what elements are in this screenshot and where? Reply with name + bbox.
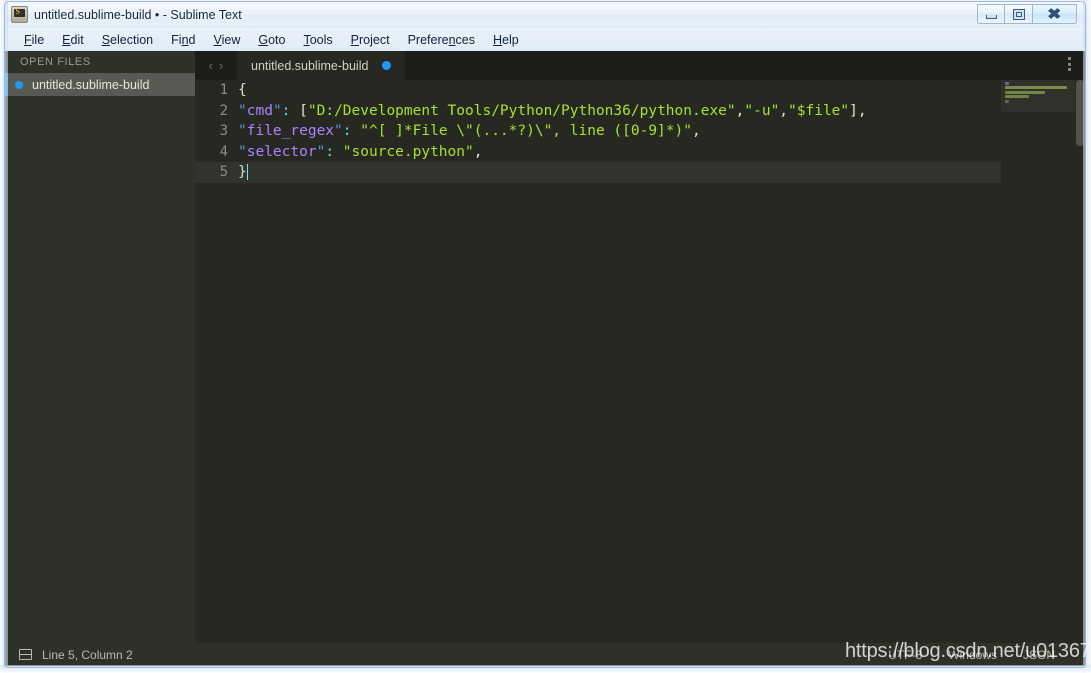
sidebar-item-label: untitled.sublime-build [32, 77, 150, 92]
line-content[interactable]: "selector": "source.python", [238, 144, 482, 160]
window-controls: ✖ [977, 4, 1077, 24]
status-bar: Line 5, Column 2 UTF-8 Windows JSON [5, 643, 1085, 666]
code-token: " [316, 143, 326, 160]
code-line[interactable]: 2 "cmd": ["D:/Development Tools/Python/Py… [195, 101, 1001, 122]
code-token: " [238, 102, 247, 119]
code-line[interactable]: 3 "file_regex": "^[ ]*File \"(...*?)\", l… [195, 121, 1001, 142]
code-token: } [238, 164, 247, 181]
menu-item-selection[interactable]: Selection [93, 31, 162, 49]
line-number: 2 [219, 102, 228, 119]
code-token: " [334, 123, 343, 140]
code-line[interactable]: 4 "selector": "source.python", [195, 142, 1001, 163]
code-token: "^[ ]*File \"(...*?)\", line ([0-9]*)" [360, 123, 692, 140]
editor[interactable]: 1{2 "cmd": ["D:/Development Tools/Python/… [195, 80, 1085, 666]
line-endings-label[interactable]: Windows [948, 648, 997, 662]
chevron-right-icon[interactable]: › [219, 59, 223, 72]
minimize-button[interactable] [977, 4, 1005, 24]
cursor-position: Line 5, Column 2 [42, 647, 133, 662]
code-token: " [238, 123, 247, 140]
sidebar-header: OPEN FILES [20, 56, 91, 68]
menu-item-tools[interactable]: Tools [294, 31, 341, 49]
minimize-icon [985, 14, 997, 19]
menu-item-edit[interactable]: Edit [53, 31, 93, 49]
code-token: file_regex [246, 123, 335, 140]
menu-item-find[interactable]: Find [162, 31, 204, 49]
line-number: 1 [219, 82, 228, 99]
syntax-label[interactable]: JSON [1023, 648, 1055, 662]
tab-nav-arrows: ‹ › [195, 59, 237, 72]
menu-item-file[interactable]: File [15, 31, 53, 49]
code-token: ], [849, 102, 867, 119]
menu-bar: File Edit Selection Find View Goto Tools Projec… [5, 28, 1085, 51]
line-content[interactable]: } [238, 164, 248, 181]
code-token: , [779, 102, 789, 119]
sublime-text-window: untitled.sublime-build • - Sublime Text … [0, 0, 1091, 673]
code-line[interactable]: 1{ [195, 80, 1001, 101]
minimap[interactable] [1001, 80, 1075, 666]
unsaved-dot-icon [15, 80, 23, 89]
code-token: "-u" [744, 102, 780, 119]
line-number: 4 [219, 143, 228, 160]
sublime-main: OPEN FILES untitled.sublime-build ‹ › un… [5, 51, 1085, 666]
line-content[interactable]: "file_regex": "^[ ]*File \"(...*?)\", li… [238, 123, 701, 139]
sidebar-toggle-icon[interactable] [19, 649, 32, 660]
sublime-text-icon [11, 6, 28, 23]
code-token: "$file" [788, 102, 850, 119]
tab-untitled-sublime-build[interactable]: untitled.sublime-build [237, 51, 406, 80]
code-token: "D:/Development Tools/Python/Python36/py… [307, 102, 736, 119]
window-border-bottom [0, 665, 1091, 673]
code-line[interactable]: 5} [195, 162, 1001, 183]
code-token: " [238, 143, 247, 160]
menu-item-help[interactable]: Help [484, 31, 528, 49]
sidebar-item-untitled-sublime-build[interactable]: untitled.sublime-build [5, 73, 195, 96]
title-bar[interactable]: untitled.sublime-build • - Sublime Text … [5, 2, 1085, 27]
minimap-viewport[interactable] [1001, 80, 1075, 112]
code-area[interactable]: 1{2 "cmd": ["D:/Development Tools/Python/… [195, 80, 1001, 666]
line-content[interactable]: "cmd": ["D:/Development Tools/Python/Pyt… [238, 103, 867, 119]
line-content[interactable]: { [238, 82, 247, 98]
tab-overflow-menu-icon[interactable] [1068, 57, 1071, 71]
code-token: "source.python" [342, 143, 474, 160]
code-token: " [272, 102, 282, 119]
menu-item-view[interactable]: View [204, 31, 249, 49]
code-token: [ [290, 102, 308, 119]
tab-label: untitled.sublime-build [251, 58, 369, 73]
window-border-right [1083, 0, 1091, 673]
restore-icon [1012, 8, 1025, 20]
tab-bar: ‹ › untitled.sublime-build [195, 51, 1085, 80]
tab-unsaved-dot-icon[interactable] [382, 61, 392, 70]
code-token: cmd [246, 102, 273, 119]
maximize-button[interactable] [1005, 4, 1033, 24]
menu-item-project[interactable]: Project [342, 31, 399, 49]
chevron-left-icon[interactable]: ‹ [209, 59, 213, 72]
menu-item-preferences[interactable]: Preferences [399, 31, 484, 49]
line-number: 5 [219, 164, 228, 181]
code-token: : [325, 143, 335, 160]
text-caret [246, 164, 248, 181]
code-token: , [473, 143, 483, 160]
sidebar: OPEN FILES untitled.sublime-build [5, 51, 195, 666]
close-icon: ✖ [1047, 5, 1062, 23]
menu-item-goto[interactable]: Goto [249, 31, 294, 49]
close-button[interactable]: ✖ [1033, 4, 1077, 24]
line-number: 3 [219, 123, 228, 140]
code-token: , [691, 123, 701, 140]
encoding-label[interactable]: UTF-8 [888, 648, 922, 662]
code-token: selector [246, 143, 317, 160]
code-token: { [238, 82, 247, 99]
status-right-group: UTF-8 Windows JSON [888, 648, 1085, 662]
window-border-left [0, 0, 8, 673]
code-token: : [342, 123, 352, 140]
window-title: untitled.sublime-build • - Sublime Text [34, 7, 242, 22]
